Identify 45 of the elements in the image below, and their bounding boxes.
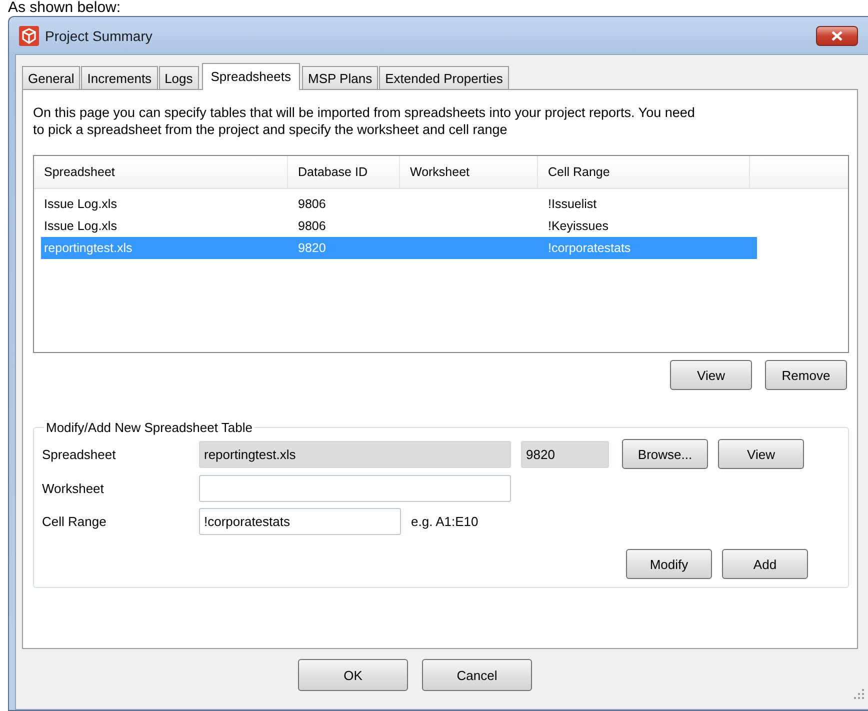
resize-grip-icon[interactable] <box>854 689 864 699</box>
table-row[interactable]: Issue Log.xls 9806 !Issuelist <box>41 193 757 215</box>
tab[interactable]: Spreadsheets <box>202 63 300 90</box>
table-cell-text: !corporatestats <box>547 240 632 257</box>
cancel-button[interactable]: Cancel <box>422 659 532 691</box>
table-cell-text: reportingtest.xls <box>43 240 134 257</box>
table-cell-text: Issue Log.xls <box>43 218 118 235</box>
column-header[interactable]: Cell Range <box>538 156 750 188</box>
table-cell-text: !Issuelist <box>547 196 598 213</box>
window-title: Project Summary <box>45 28 152 44</box>
table-cell-text: !Keyissues <box>547 218 610 235</box>
close-button[interactable] <box>816 26 858 46</box>
column-header[interactable]: Worksheet <box>400 156 538 188</box>
ok-button[interactable]: OK <box>298 659 408 691</box>
tab[interactable]: General <box>22 66 80 89</box>
cube-icon <box>19 26 39 46</box>
caption-text: As shown below: <box>8 0 121 16</box>
table-row[interactable]: Issue Log.xls 9806 !Keyissues <box>41 215 757 237</box>
column-header[interactable]: Spreadsheet <box>34 156 288 188</box>
table-action-button[interactable]: Remove <box>765 360 847 390</box>
input-field[interactable]: !corporatestats <box>199 508 401 535</box>
table-action-button[interactable]: View <box>670 360 752 390</box>
browse-button[interactable]: Browse... <box>622 439 708 469</box>
tab[interactable]: MSP Plans <box>302 66 378 89</box>
input-field[interactable]: reportingtest.xls <box>199 440 511 468</box>
view-button[interactable]: View <box>718 439 804 469</box>
field-label: Worksheet <box>42 481 105 496</box>
tab[interactable]: Logs <box>158 66 199 89</box>
table-cell-text: 9806 <box>297 218 327 235</box>
group-title: Modify/Add New Spreadsheet Table <box>45 420 254 435</box>
close-icon <box>831 30 843 40</box>
tab[interactable]: Increments <box>81 66 158 89</box>
editor-button[interactable]: Modify <box>626 549 712 579</box>
tab[interactable]: Extended Properties <box>379 66 509 89</box>
table-cell-text: 9806 <box>297 196 327 213</box>
table-cell-text: 9820 <box>297 240 327 257</box>
table-cell-text: Issue Log.xls <box>43 196 118 213</box>
field-label: Spreadsheet <box>42 446 117 462</box>
input-field[interactable] <box>199 475 511 502</box>
column-header[interactable]: Database ID <box>288 156 400 188</box>
editor-button[interactable]: Add <box>722 549 808 579</box>
input-field[interactable]: 9820 <box>521 440 609 468</box>
field-label: Cell Range <box>42 514 108 529</box>
hint-text: e.g. A1:E10 <box>411 514 478 529</box>
description-text: On this page you can specify tables that will be imported from spreadsheets into your project reports. You need to pick a spreadsheet from the project and specify the worksheet and cell range <box>33 104 696 138</box>
